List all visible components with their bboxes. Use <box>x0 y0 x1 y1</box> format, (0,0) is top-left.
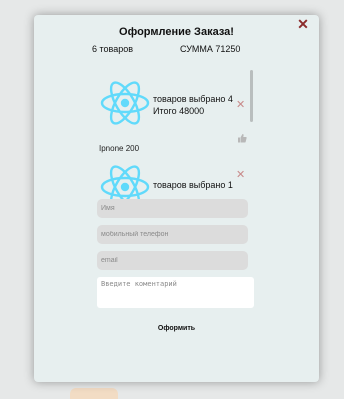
items-count: 6 товаров <box>92 44 134 54</box>
item-name: Ipnone 200 <box>99 144 140 153</box>
order-total: СУММА 71250 <box>180 44 241 54</box>
thumbs-up-icon[interactable] <box>237 133 247 143</box>
item-selected-count: товаров выбрано 1 <box>153 180 233 190</box>
submit-order-button[interactable]: Оформить <box>100 316 253 340</box>
modal-title: Оформление Заказа! <box>119 26 234 38</box>
item-total: Итого 48000 <box>153 106 205 116</box>
item-selected-count: товаров выбрано 4 <box>153 94 233 104</box>
react-logo-icon <box>100 81 150 125</box>
items-scrollbar[interactable] <box>250 70 253 122</box>
cart-items-list[interactable]: товаров выбрано 4 Итого 48000 ✕ Ipnone 2… <box>94 69 255 199</box>
background-element <box>70 388 118 399</box>
name-field[interactable] <box>97 199 248 218</box>
cart-item: товаров выбрано 1 ✕ <box>94 163 246 199</box>
remove-item-icon[interactable]: ✕ <box>236 170 246 181</box>
comment-field[interactable] <box>97 277 254 308</box>
cart-item: товаров выбрано 4 Итого 48000 ✕ Ipnone 2… <box>94 79 247 169</box>
phone-field[interactable] <box>97 225 248 244</box>
email-field[interactable] <box>97 251 248 270</box>
react-logo-icon <box>100 165 150 199</box>
remove-item-icon[interactable]: ✕ <box>236 100 246 111</box>
order-modal: ✕ Оформление Заказа! 6 товаров СУММА 712… <box>34 15 319 382</box>
